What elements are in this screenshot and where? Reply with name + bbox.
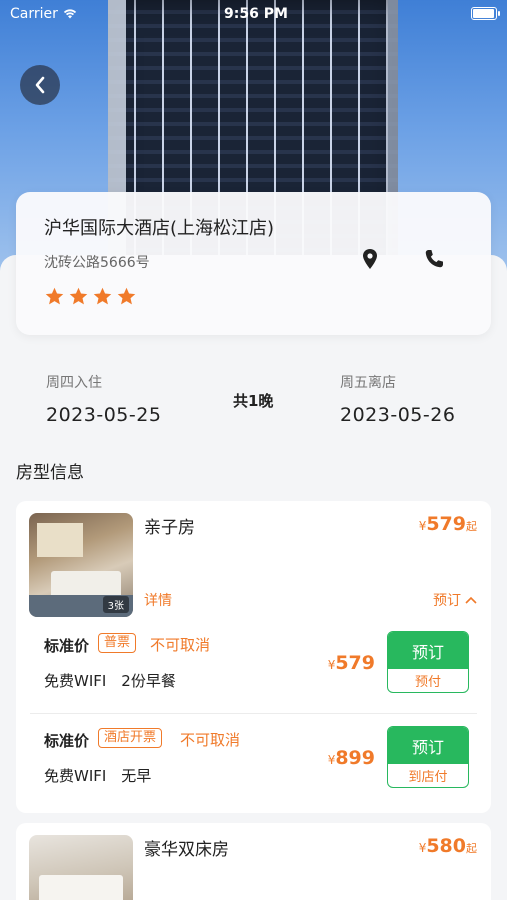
rate-price: ¥579 xyxy=(327,652,375,674)
carrier-label: Carrier xyxy=(10,6,58,22)
cancel-policy: 不可取消 xyxy=(180,731,241,749)
book-button[interactable]: 预订 预付 xyxy=(387,631,469,693)
room-photo[interactable]: 3张 xyxy=(29,513,133,617)
back-button[interactable] xyxy=(20,65,60,105)
checkin-label: 周四入住 xyxy=(46,375,102,391)
phone-icon[interactable] xyxy=(422,247,446,271)
room-from-price: ¥579起 xyxy=(418,513,477,535)
room-card: 3张 亲子房 ¥579起 详情 预订 标准价 普票 不可取消 免费WIFI 2份… xyxy=(16,501,491,813)
location-pin-icon[interactable] xyxy=(358,247,382,271)
checkin-block[interactable]: 周四入住 2023-05-25 xyxy=(46,372,161,426)
star-icon xyxy=(69,287,88,305)
rate-title: 标准价 xyxy=(44,637,90,655)
clock: 9:56 PM xyxy=(224,6,288,22)
nights-count: 共1晚 xyxy=(233,392,274,410)
book-button-label: 预订 xyxy=(388,727,468,764)
book-collapse-toggle[interactable]: 预订 xyxy=(433,590,477,610)
room-from-price: ¥580起 xyxy=(418,835,477,857)
back-arrow-icon xyxy=(35,76,45,94)
cancel-policy: 不可取消 xyxy=(150,636,211,654)
room-name: 亲子房 xyxy=(144,518,195,538)
star-icon xyxy=(93,287,112,305)
rate-perks: 免费WIFI 2份早餐 xyxy=(44,672,176,690)
photo-count-badge: 3张 xyxy=(102,596,129,613)
room-details-link[interactable]: 详情 xyxy=(144,590,172,610)
rate-perks: 免费WIFI 无早 xyxy=(44,767,152,785)
book-button[interactable]: 预订 到店付 xyxy=(387,726,469,788)
checkin-date: 2023-05-25 xyxy=(46,404,162,426)
battery-icon xyxy=(471,7,500,20)
star-icon xyxy=(45,287,64,305)
room-name: 豪华双床房 xyxy=(144,840,229,860)
rate-title: 标准价 xyxy=(44,732,90,750)
hotel-info-card: 沪华国际大酒店(上海松江店) 沈砖公路5666号 xyxy=(16,192,491,335)
book-button-label: 预订 xyxy=(388,632,468,669)
payment-type-label: 到店付 xyxy=(408,770,448,785)
star-rating xyxy=(44,286,137,307)
invoice-tag: 酒店开票 xyxy=(98,728,163,748)
star-icon xyxy=(117,287,136,305)
room-photo[interactable] xyxy=(29,835,133,900)
invoice-tag: 普票 xyxy=(98,633,137,653)
wifi-icon xyxy=(63,9,77,19)
room-section-title: 房型信息 xyxy=(16,463,84,483)
checkout-block[interactable]: 周五离店 2023-05-26 xyxy=(340,372,455,426)
payment-type-label: 预付 xyxy=(414,675,441,690)
hotel-address: 沈砖公路5666号 xyxy=(44,255,150,271)
hotel-name: 沪华国际大酒店(上海松江店) xyxy=(44,218,275,239)
rate-price: ¥899 xyxy=(327,747,375,769)
book-toggle-label: 预订 xyxy=(433,593,461,609)
status-bar: Carrier 9:56 PM xyxy=(0,0,507,30)
chevron-up-icon xyxy=(465,596,477,604)
room-card: 豪华双床房 ¥580起 xyxy=(16,823,491,900)
checkout-date: 2023-05-26 xyxy=(340,404,456,426)
rate-option: 标准价 酒店开票 不可取消 免费WIFI 无早 ¥899 预订 到店付 xyxy=(30,713,477,805)
checkout-label: 周五离店 xyxy=(340,375,396,391)
rate-option: 标准价 普票 不可取消 免费WIFI 2份早餐 ¥579 预订 预付 xyxy=(16,619,491,711)
